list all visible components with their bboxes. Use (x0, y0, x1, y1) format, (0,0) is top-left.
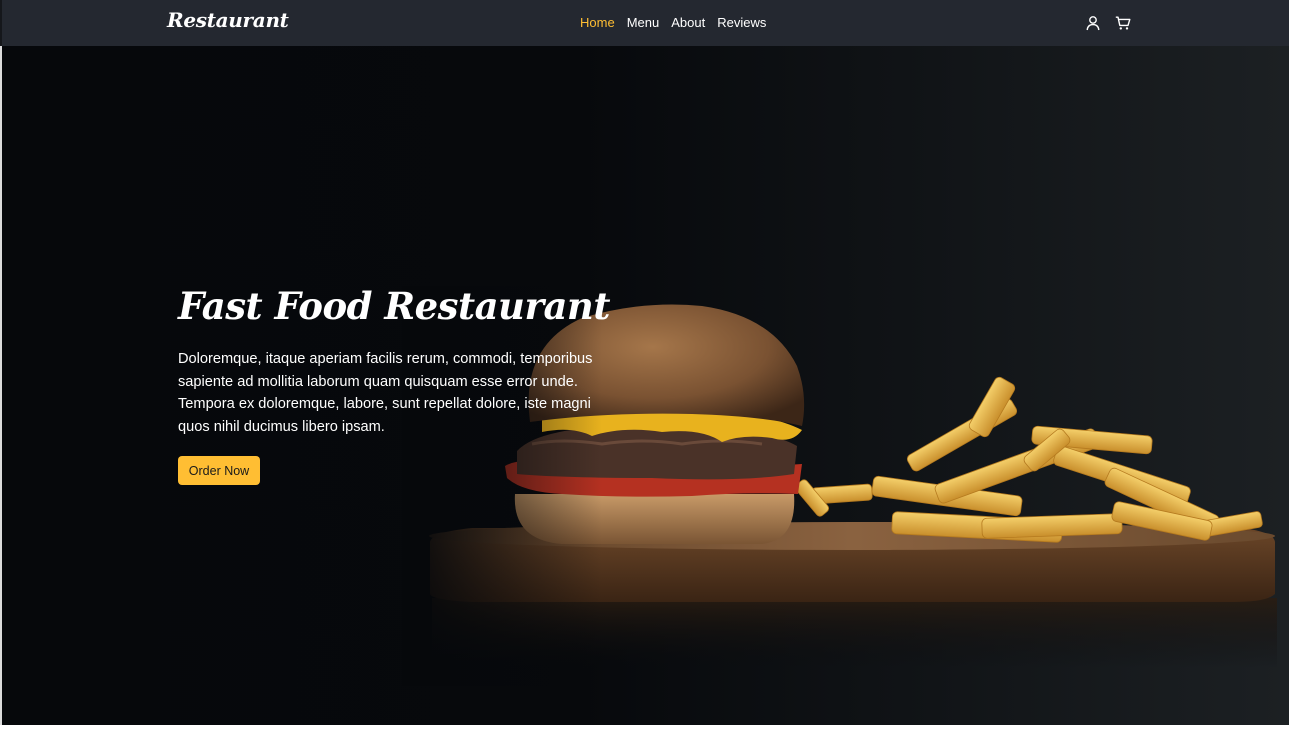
hero-description: Doloremque, itaque aperiam facilis rerum… (178, 351, 593, 435)
order-now-button[interactable]: Order Now (178, 456, 260, 485)
bottom-strip (0, 725, 1289, 729)
page: Restaurant Home Menu About Reviews Fast … (0, 0, 1289, 729)
nav-link-reviews[interactable]: Reviews (717, 15, 766, 31)
hero-title: Fast Food Restaurant (178, 284, 610, 328)
nav-icons (1085, 15, 1131, 31)
user-icon[interactable] (1085, 15, 1101, 31)
brand-logo[interactable]: Restaurant (167, 8, 289, 32)
nav-menu: Home Menu About Reviews (580, 15, 766, 31)
nav-link-menu[interactable]: Menu (627, 15, 660, 31)
cart-icon[interactable] (1115, 15, 1131, 31)
hero-section: Fast Food Restaurant Doloremque, itaque … (0, 46, 1289, 725)
nav-link-home[interactable]: Home (580, 15, 615, 31)
navbar: Restaurant Home Menu About Reviews (0, 0, 1289, 46)
nav-link-about[interactable]: About (671, 15, 705, 31)
